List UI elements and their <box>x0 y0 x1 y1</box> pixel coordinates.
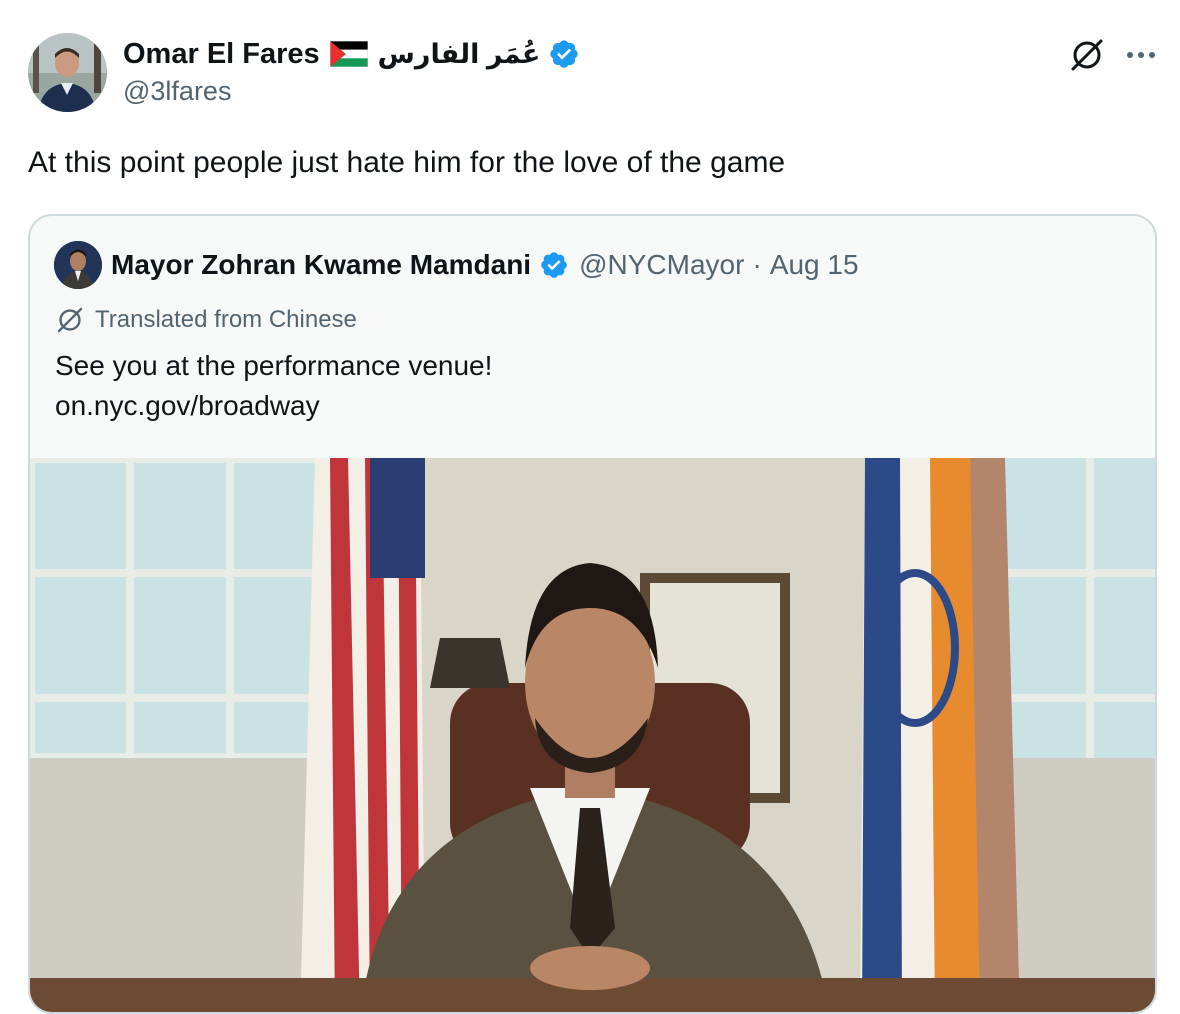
quote-date[interactable]: Aug 15 <box>770 249 859 281</box>
translate-icon <box>57 307 83 333</box>
quote-text-line: See you at the performance venue! <box>55 350 493 381</box>
quote-video-thumbnail[interactable] <box>30 458 1155 1012</box>
grok-icon[interactable] <box>1068 36 1106 74</box>
quoted-tweet-card[interactable]: Mayor Zohran Kwame Mamdani @NYCMayor · A… <box>28 214 1157 1014</box>
tweet-text: At this point people just hate him for t… <box>28 146 786 179</box>
author-arabic-name: عُمَر الفارس <box>377 38 541 69</box>
quote-author-name[interactable]: Mayor Zohran Kwame Mamdani <box>111 249 531 281</box>
verified-badge-icon[interactable] <box>548 38 580 70</box>
quote-author-handle[interactable]: @NYCMayor <box>579 249 744 281</box>
author-handle[interactable]: @3lfares <box>123 76 231 107</box>
quote-text: See you at the performance venue! on.nyc… <box>55 346 492 426</box>
quote-header: Mayor Zohran Kwame Mamdani @NYCMayor · A… <box>111 246 859 284</box>
translation-label: Translated from Chinese <box>95 306 357 333</box>
quote-verified-badge-icon[interactable] <box>539 250 569 280</box>
translation-note[interactable]: Translated from Chinese <box>55 304 357 336</box>
palestine-flag-icon <box>329 40 369 68</box>
more-options-icon[interactable] <box>1124 40 1158 70</box>
quote-author-avatar[interactable] <box>54 241 102 289</box>
quote-link[interactable]: on.nyc.gov/broadway <box>55 386 492 426</box>
author-avatar[interactable] <box>28 33 107 112</box>
quote-separator: · <box>752 249 762 280</box>
author-name-line[interactable]: Omar El Fares عُمَر الفارس <box>123 36 580 72</box>
author-name[interactable]: Omar El Fares <box>123 38 320 71</box>
